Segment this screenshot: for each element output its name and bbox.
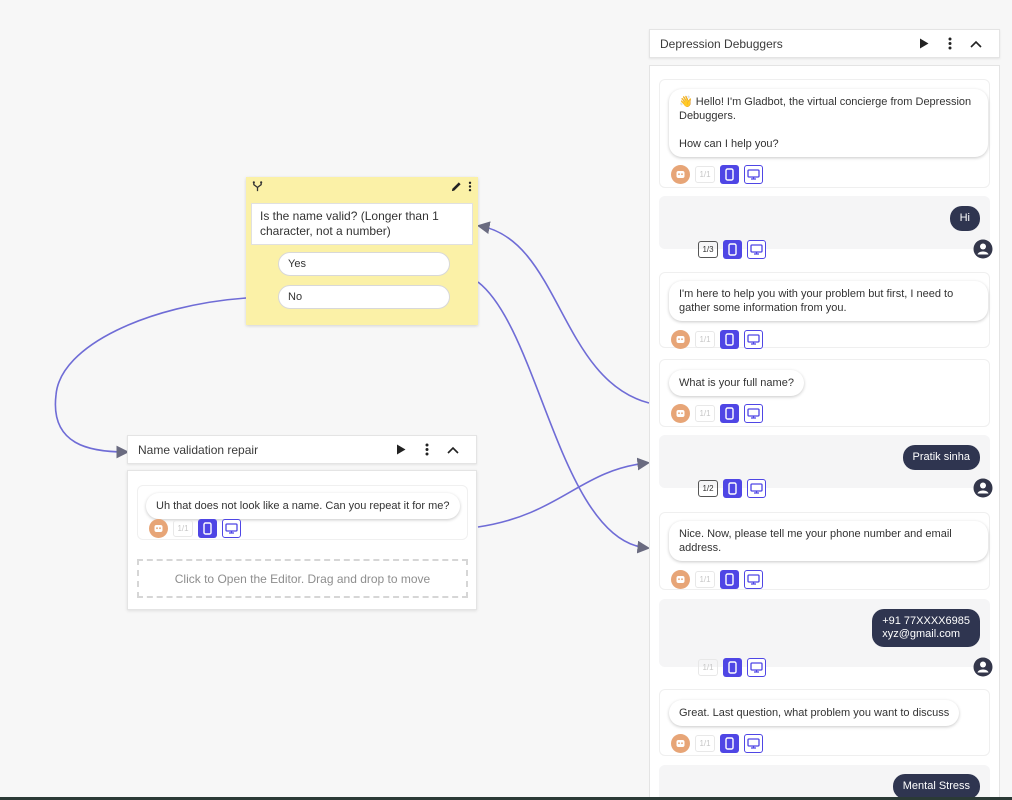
message-counter: 1/1 <box>695 571 715 588</box>
chat-user-bubble[interactable]: Pratik sinha <box>902 445 980 470</box>
repair-node-header[interactable]: Name validation repair <box>127 435 477 464</box>
collapse-chevron-up-icon[interactable] <box>963 31 989 57</box>
bot-avatar-icon <box>149 519 168 538</box>
bot-avatar-icon <box>671 570 690 589</box>
chat-panel-header[interactable]: Depression Debuggers <box>649 29 1000 58</box>
condition-node-toolbar <box>246 177 478 199</box>
chat-bot-bubble[interactable]: Great. Last question, what problem you w… <box>669 700 960 726</box>
condition-option-no[interactable]: No <box>278 285 450 309</box>
message-counter: 1/1 <box>695 331 715 348</box>
message-counter: 1/1 <box>698 659 718 676</box>
chat-message-block[interactable]: 👋 Hello! I'm Gladbot, the virtual concie… <box>659 79 990 188</box>
bot-avatar-icon <box>671 165 690 184</box>
condition-option-yes[interactable]: Yes <box>278 252 450 276</box>
chat-user-bubble[interactable]: +91 77XXXX6985 xyz@gmail.com <box>872 609 980 647</box>
chat-message-meta: 1/1 <box>671 570 763 589</box>
chat-user-block[interactable]: Mental Stress <box>659 765 990 800</box>
chat-user-bubble[interactable]: Hi <box>949 206 980 231</box>
chat-message-meta: 1/1 <box>671 734 763 753</box>
message-counter: 1/1 <box>173 520 193 537</box>
desktop-preview-icon[interactable] <box>747 658 766 677</box>
chat-bot-bubble[interactable]: 👋 Hello! I'm Gladbot, the virtual concie… <box>669 89 988 157</box>
message-counter: 1/1 <box>695 166 715 183</box>
chat-message-meta: 1/3 <box>698 240 766 259</box>
chat-message-block[interactable]: Great. Last question, what problem you w… <box>659 689 990 756</box>
mobile-preview-icon[interactable] <box>720 330 739 349</box>
mobile-preview-icon[interactable] <box>198 519 217 538</box>
more-vertical-icon[interactable] <box>468 179 472 197</box>
chat-panel-title: Depression Debuggers <box>660 36 783 51</box>
message-counter: 1/3 <box>698 241 718 258</box>
desktop-preview-icon[interactable] <box>222 519 241 538</box>
chat-message-meta: 1/1 <box>698 658 766 677</box>
editor-dropzone[interactable]: Click to Open the Editor. Drag and drop … <box>137 559 468 598</box>
play-icon[interactable] <box>911 31 937 57</box>
mobile-preview-icon[interactable] <box>723 479 742 498</box>
repair-message-block[interactable]: Uh that does not look like a name. Can y… <box>137 485 468 540</box>
play-icon[interactable] <box>388 437 414 463</box>
chat-message-block[interactable]: I'm here to help you with your problem b… <box>659 272 990 349</box>
chat-message-block[interactable]: What is your full name? 1/1 <box>659 359 990 427</box>
message-counter: 1/2 <box>698 480 718 497</box>
chat-bot-bubble[interactable]: Nice. Now, please tell me your phone num… <box>669 521 988 561</box>
bot-avatar-icon <box>671 330 690 349</box>
chat-message-meta: 1/1 <box>671 165 763 184</box>
bot-avatar-icon <box>671 404 690 423</box>
desktop-preview-icon[interactable] <box>744 570 763 589</box>
chat-user-block[interactable]: +91 77XXXX6985 xyz@gmail.com 1/1 <box>659 599 993 677</box>
bot-avatar-icon <box>671 734 690 753</box>
mobile-preview-icon[interactable] <box>720 734 739 753</box>
repair-node-title: Name validation repair <box>138 442 259 457</box>
message-counter: 1/1 <box>695 735 715 752</box>
chat-panel[interactable]: 👋 Hello! I'm Gladbot, the virtual concie… <box>649 65 1000 800</box>
connector-condition-yes-to-chat <box>477 281 651 554</box>
connector-condition-no-to-repair <box>54 297 247 459</box>
more-vertical-icon[interactable] <box>414 437 440 463</box>
mobile-preview-icon[interactable] <box>720 570 739 589</box>
mobile-preview-icon[interactable] <box>723 240 742 259</box>
user-avatar-icon <box>973 657 993 677</box>
chat-bot-bubble[interactable]: What is your full name? <box>669 370 804 396</box>
chat-message-meta: 1/1 <box>671 404 763 423</box>
condition-node[interactable]: Is the name valid? (Longer than 1 charac… <box>246 177 478 325</box>
connector-chat-to-condition <box>476 221 650 404</box>
desktop-preview-icon[interactable] <box>744 734 763 753</box>
collapse-chevron-up-icon[interactable] <box>440 437 466 463</box>
desktop-preview-icon[interactable] <box>744 165 763 184</box>
chat-message-meta: 1/2 <box>698 479 766 498</box>
connector-repair-to-chat <box>477 457 651 528</box>
mobile-preview-icon[interactable] <box>723 658 742 677</box>
branch-icon <box>252 179 263 197</box>
pencil-icon[interactable] <box>451 179 462 197</box>
chat-message-meta: 1/1 <box>671 330 763 349</box>
chat-user-block[interactable]: Pratik sinha 1/2 <box>659 435 993 498</box>
repair-message-bubble[interactable]: Uh that does not look like a name. Can y… <box>146 493 460 519</box>
user-avatar-icon <box>973 478 993 498</box>
message-counter: 1/1 <box>695 405 715 422</box>
repair-message-meta: 1/1 <box>149 519 241 538</box>
mobile-preview-icon[interactable] <box>720 404 739 423</box>
repair-node-body[interactable]: Uh that does not look like a name. Can y… <box>127 470 477 610</box>
user-avatar-icon <box>973 239 993 259</box>
mobile-preview-icon[interactable] <box>720 165 739 184</box>
chat-user-block[interactable]: Hi 1/3 <box>659 196 993 259</box>
desktop-preview-icon[interactable] <box>744 330 763 349</box>
desktop-preview-icon[interactable] <box>744 404 763 423</box>
chat-message-block[interactable]: Nice. Now, please tell me your phone num… <box>659 512 990 590</box>
flow-canvas[interactable]: Is the name valid? (Longer than 1 charac… <box>0 0 1012 800</box>
desktop-preview-icon[interactable] <box>747 479 766 498</box>
more-vertical-icon[interactable] <box>937 31 963 57</box>
chat-bot-bubble[interactable]: I'm here to help you with your problem b… <box>669 281 988 321</box>
condition-question[interactable]: Is the name valid? (Longer than 1 charac… <box>251 203 473 245</box>
desktop-preview-icon[interactable] <box>747 240 766 259</box>
chat-user-bubble[interactable]: Mental Stress <box>892 774 980 799</box>
